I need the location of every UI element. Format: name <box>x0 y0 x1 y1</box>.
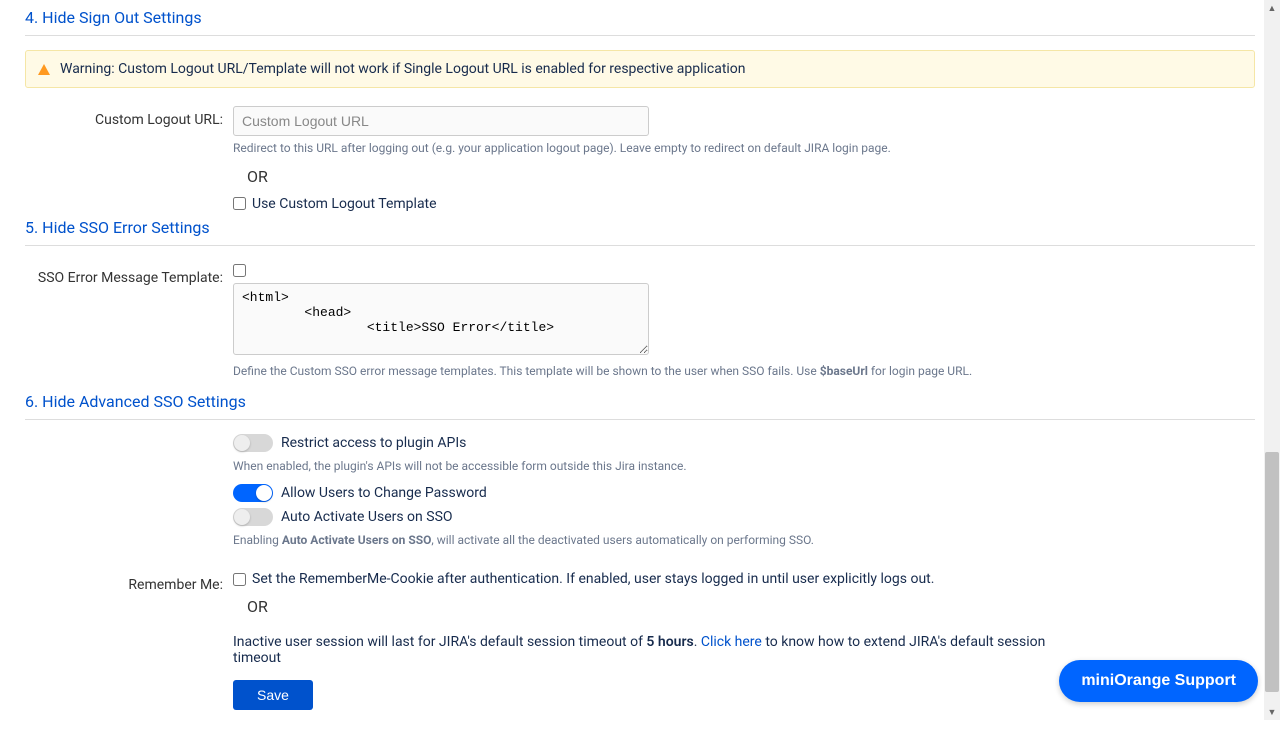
restrict-api-toggle[interactable] <box>233 434 273 452</box>
use-custom-logout-template-label: Use Custom Logout Template <box>252 196 437 212</box>
session-timeout-link[interactable]: Click here <box>701 634 762 650</box>
remember-me-checkbox[interactable] <box>233 573 246 586</box>
sso-error-template-checkbox[interactable] <box>233 264 246 277</box>
or-text-2: OR <box>247 597 1063 616</box>
section-signout-heading[interactable]: 4. Hide Sign Out Settings <box>25 8 1255 27</box>
scrollbar-thumb[interactable] <box>1265 452 1279 692</box>
scrollbar[interactable]: ▲ ▼ <box>1264 0 1280 720</box>
allow-change-password-toggle[interactable] <box>233 484 273 502</box>
scroll-up-arrow[interactable]: ▲ <box>1264 0 1280 16</box>
remember-me-text: Set the RememberMe-Cookie after authenti… <box>252 571 934 587</box>
restrict-api-help: When enabled, the plugin's APIs will not… <box>233 458 1063 475</box>
divider <box>25 245 1255 246</box>
sso-error-template-textarea[interactable] <box>233 283 649 355</box>
custom-logout-url-input[interactable] <box>233 106 649 136</box>
section-advanced-heading[interactable]: 6. Hide Advanced SSO Settings <box>25 392 1255 411</box>
scroll-down-arrow[interactable]: ▼ <box>1264 704 1280 720</box>
warning-text: Warning: Custom Logout URL/Template will… <box>60 61 746 77</box>
warning-banner: Warning: Custom Logout URL/Template will… <box>25 50 1255 88</box>
sso-error-template-label: SSO Error Message Template: <box>25 264 233 286</box>
section-ssoerror-heading[interactable]: 5. Hide SSO Error Settings <box>25 218 1255 237</box>
session-timeout-text: Inactive user session will last for JIRA… <box>233 634 1063 666</box>
empty-label <box>25 434 233 440</box>
use-custom-logout-template-checkbox[interactable] <box>233 197 246 210</box>
auto-activate-label: Auto Activate Users on SSO <box>281 509 453 525</box>
save-button[interactable]: Save <box>233 680 313 710</box>
remember-me-label: Remember Me: <box>25 571 233 593</box>
auto-activate-toggle[interactable] <box>233 508 273 526</box>
sso-error-template-help: Define the Custom SSO error message temp… <box>233 363 1063 380</box>
restrict-api-label: Restrict access to plugin APIs <box>281 435 466 451</box>
auto-activate-help: Enabling Auto Activate Users on SSO, wil… <box>233 532 1063 549</box>
divider <box>25 419 1255 420</box>
divider <box>25 35 1255 36</box>
custom-logout-url-help: Redirect to this URL after logging out (… <box>233 140 1063 157</box>
or-text: OR <box>247 167 1063 186</box>
custom-logout-url-label: Custom Logout URL: <box>25 106 233 128</box>
warning-icon <box>38 64 50 75</box>
support-button[interactable]: miniOrange Support <box>1059 660 1258 702</box>
allow-change-password-label: Allow Users to Change Password <box>281 485 487 501</box>
